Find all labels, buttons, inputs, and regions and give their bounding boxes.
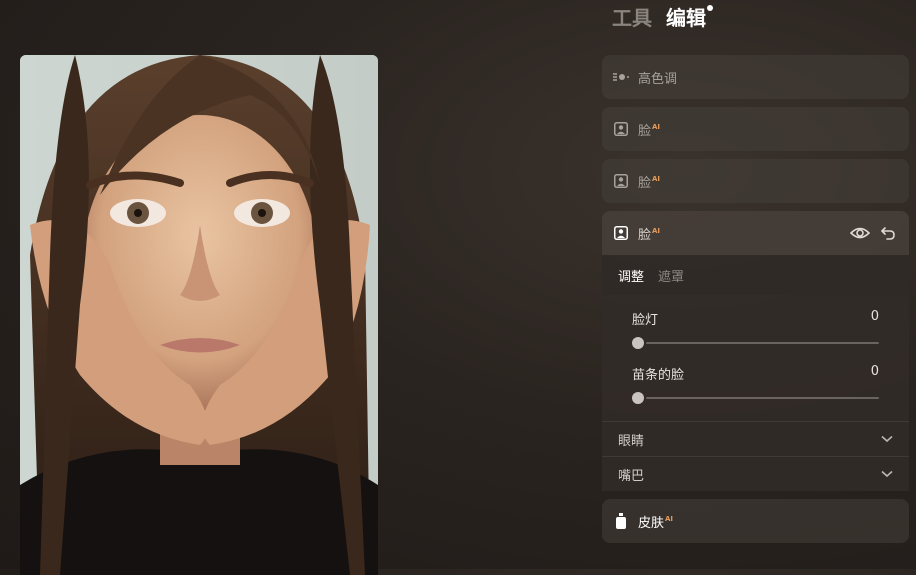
chevron-down-icon <box>881 432 893 447</box>
top-tabs: 工具 编辑 <box>612 0 713 32</box>
slider-thumb[interactable] <box>632 337 644 349</box>
eye-icon[interactable] <box>849 222 871 244</box>
portrait-icon <box>612 224 630 242</box>
panel-item-high-tone[interactable]: 高色调 <box>602 55 909 99</box>
slider-row-slim-face: 苗条的脸 0 <box>632 364 879 405</box>
subtab-mask[interactable]: 遮罩 <box>658 266 684 285</box>
panel-item-label: 脸AI <box>638 175 661 191</box>
subtab-adjust[interactable]: 调整 <box>618 266 644 285</box>
section-eyes[interactable]: 眼睛 <box>602 421 909 456</box>
panel-item-label: 脸AI <box>638 123 661 139</box>
face-subtabs: 调整 遮罩 <box>602 255 909 295</box>
face-section-label: 脸AI <box>638 227 661 243</box>
section-label: 眼睛 <box>618 433 645 449</box>
slider-label: 苗条的脸 <box>632 368 685 383</box>
slider-thumb[interactable] <box>632 392 644 404</box>
slider-track <box>646 342 879 344</box>
tab-edit-label: 编辑 <box>666 5 706 30</box>
face-section-header[interactable]: 脸AI <box>602 211 909 255</box>
panel-item-face-1[interactable]: 脸AI <box>602 107 909 151</box>
tab-edit[interactable]: 编辑 <box>666 2 713 31</box>
chevron-down-icon <box>881 467 893 482</box>
panel-item-label: 皮肤AI <box>638 515 674 531</box>
panel-item-face-2[interactable]: 脸AI <box>602 159 909 203</box>
section-mouth[interactable]: 嘴巴 <box>602 456 909 491</box>
portrait-icon <box>612 120 630 138</box>
slider-track <box>646 397 879 399</box>
edit-indicator-dot <box>707 4 713 11</box>
face-light-slider[interactable] <box>632 336 879 350</box>
face-sliders: 脸灯 0 苗条的脸 0 <box>602 295 909 421</box>
face-section-expanded: 脸AI 调整 遮罩 脸灯 0 苗条的脸 0 眼睛 嘴巴 <box>602 211 909 491</box>
tab-tools[interactable]: 工具 <box>612 2 652 31</box>
light-icon <box>612 68 630 86</box>
slider-value: 0 <box>870 364 879 379</box>
portrait-photo <box>20 55 378 575</box>
panel-item-skin[interactable]: 皮肤AI <box>602 499 909 543</box>
slider-label: 脸灯 <box>632 313 659 328</box>
slider-row-face-light: 脸灯 0 <box>632 309 879 350</box>
section-label: 嘴巴 <box>618 468 645 484</box>
bottle-icon <box>612 512 630 530</box>
undo-icon[interactable] <box>877 222 899 244</box>
slim-face-slider[interactable] <box>632 391 879 405</box>
portrait-icon <box>612 172 630 190</box>
slider-value: 0 <box>870 309 879 324</box>
photo-canvas[interactable] <box>20 55 378 575</box>
panel-item-label: 高色调 <box>638 71 678 87</box>
edit-panel: 高色调 脸AI 脸AI 脸AI 调整 遮罩 脸灯 0 苗条的脸 0 眼睛 嘴巴 … <box>602 55 909 551</box>
